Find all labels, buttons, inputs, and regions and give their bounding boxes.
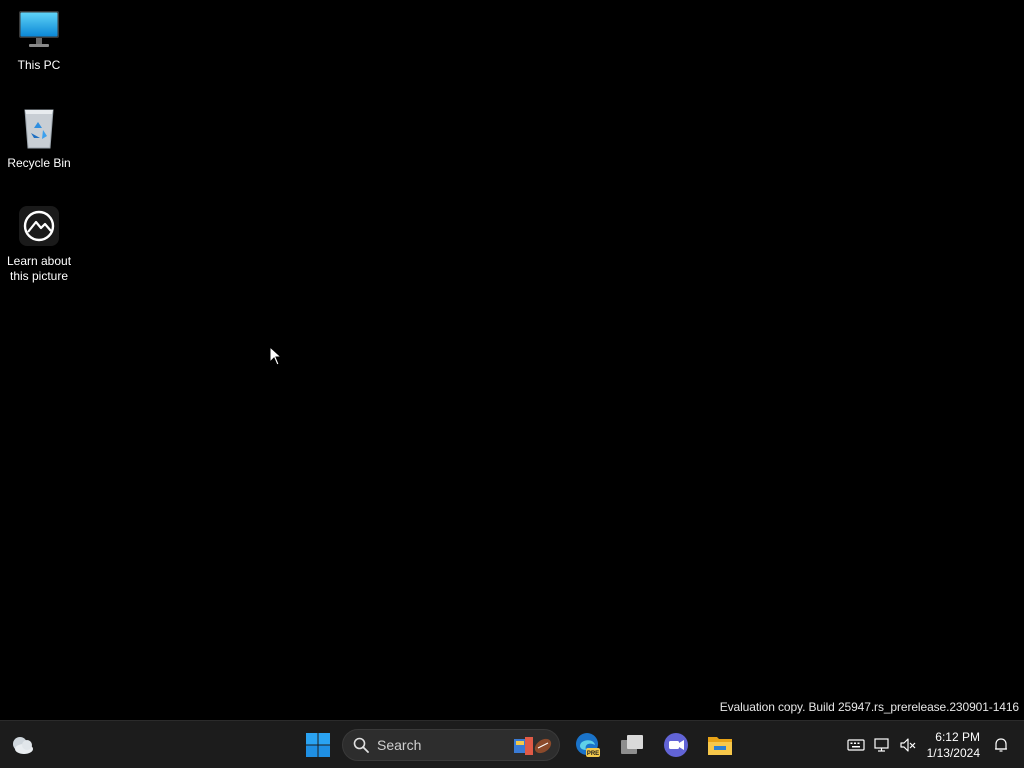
weather-widget-button[interactable] — [8, 731, 36, 759]
clock-button[interactable]: 6:12 PM 1/13/2024 — [927, 729, 980, 761]
desktop-icon-label: Learn about this picture — [6, 254, 72, 283]
network-button[interactable] — [869, 732, 895, 758]
keyboard-icon — [847, 739, 865, 751]
search-placeholder: Search — [377, 737, 422, 753]
weather-cloud-icon — [13, 737, 33, 754]
file-explorer-button[interactable] — [700, 725, 740, 765]
bell-icon — [995, 738, 1007, 752]
volume-muted-icon — [900, 738, 916, 752]
mouse-pointer-icon — [269, 346, 283, 366]
search-icon — [353, 737, 369, 753]
windows-start-icon — [306, 733, 330, 757]
taskbar-search-box[interactable]: Search — [342, 729, 560, 761]
edge-preview-icon: PRE — [576, 733, 600, 757]
edge-pre-badge: PRE — [587, 751, 599, 757]
edge-preview-button[interactable]: PRE — [568, 725, 608, 765]
taskbar: Search PRE 6:12 PM 1/13/2024 — [0, 720, 1024, 768]
task-view-button[interactable] — [612, 725, 652, 765]
monitor-icon — [17, 8, 61, 52]
teams-meet-button[interactable] — [656, 725, 696, 765]
touch-keyboard-button[interactable] — [843, 732, 869, 758]
task-view-icon — [621, 735, 643, 754]
desktop-icon-this-pc[interactable]: This PC — [0, 8, 78, 73]
desktop-icon-learn-about-picture[interactable]: Learn about this picture — [0, 204, 78, 284]
search-highlight-icon — [514, 737, 552, 755]
learn-picture-icon — [17, 204, 61, 248]
clock-time: 6:12 PM — [935, 730, 980, 744]
file-explorer-icon — [708, 737, 732, 755]
desktop: This PC Recycle Bin Learn about this pic… — [0, 0, 1024, 720]
desktop-icon-label: This PC — [17, 58, 61, 72]
start-button[interactable] — [298, 725, 338, 765]
volume-button[interactable] — [895, 732, 921, 758]
evaluation-watermark: Evaluation copy. Build 25947.rs_prerelea… — [719, 700, 1019, 714]
desktop-icon-recycle-bin[interactable]: Recycle Bin — [0, 106, 78, 171]
system-tray: 6:12 PM 1/13/2024 — [843, 721, 1024, 768]
notifications-button[interactable] — [986, 730, 1016, 760]
network-icon — [874, 738, 889, 752]
recycle-bin-icon — [17, 106, 61, 150]
desktop-icon-label: Recycle Bin — [7, 156, 71, 170]
clock-date: 1/13/2024 — [926, 746, 980, 760]
teams-meet-icon — [664, 733, 688, 757]
taskbar-center: Search PRE — [296, 721, 742, 768]
